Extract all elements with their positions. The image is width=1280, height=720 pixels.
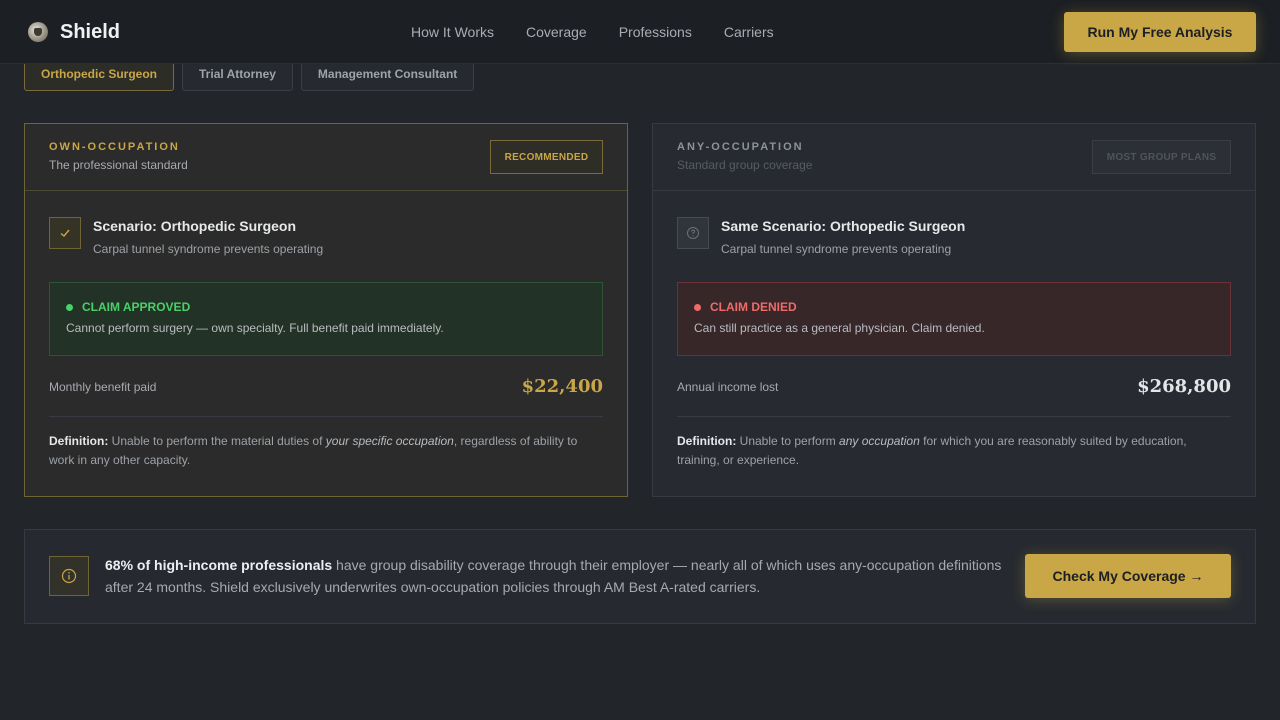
any-definition: Definition: Unable to perform any occupa… xyxy=(677,434,1187,467)
nav-how-it-works[interactable]: How It Works xyxy=(395,24,510,40)
main-nav: How It Works Coverage Professions Carrie… xyxy=(395,0,790,64)
nav-coverage[interactable]: Coverage xyxy=(510,24,603,40)
claim-approved-title: CLAIM APPROVED xyxy=(82,300,191,314)
claim-approved-text: Cannot perform surgery — own specialty. … xyxy=(66,321,444,335)
info-icon xyxy=(49,556,89,596)
coverage-banner: 68% of high-income professionals have gr… xyxy=(24,529,1256,624)
run-analysis-button[interactable]: Run My Free Analysis xyxy=(1064,12,1256,52)
any-metric-label: Annual income lost xyxy=(677,380,779,394)
any-metric-value: $268,800 xyxy=(1137,376,1231,397)
status-dot-icon xyxy=(66,303,73,311)
nav-carriers[interactable]: Carriers xyxy=(708,24,790,40)
any-card-header: ANY-OCCUPATION Standard group coverage M… xyxy=(653,124,1255,191)
claim-denied-text: Can still practice as a general physicia… xyxy=(694,321,985,335)
any-scenario-subtitle: Carpal tunnel syndrome prevents operatin… xyxy=(721,242,952,256)
own-card-header: OWN-OCCUPATION The professional standard… xyxy=(25,124,627,191)
nav-professions[interactable]: Professions xyxy=(603,24,708,40)
own-kicker: OWN-OCCUPATION xyxy=(49,141,180,153)
recommended-badge: RECOMMENDED xyxy=(490,140,603,174)
question-icon xyxy=(677,217,709,249)
claim-denied-box: CLAIM DENIED Can still practice as a gen… xyxy=(677,282,1231,356)
own-occupation-card: OWN-OCCUPATION The professional standard… xyxy=(24,123,628,497)
own-scenario-title: Scenario: Orthopedic Surgeon xyxy=(93,218,297,234)
own-metric-value: $22,400 xyxy=(521,376,603,397)
any-kicker: ANY-OCCUPATION xyxy=(677,141,804,153)
status-dot-icon xyxy=(694,303,701,311)
logo-text: Shield xyxy=(60,20,121,43)
own-metric-label: Monthly benefit paid xyxy=(49,380,157,394)
check-coverage-button[interactable]: Check My Coverage → xyxy=(1025,554,1231,598)
claim-approved-box: CLAIM APPROVED Cannot perform surgery — … xyxy=(49,282,603,356)
own-definition: Definition: Unable to perform the materi… xyxy=(49,434,578,467)
any-occupation-card: ANY-OCCUPATION Standard group coverage M… xyxy=(652,123,1256,497)
shield-logo-icon xyxy=(28,22,48,42)
any-scenario-title: Same Scenario: Orthopedic Surgeon xyxy=(721,218,966,234)
own-scenario-subtitle: Carpal tunnel syndrome prevents operatin… xyxy=(93,242,324,256)
banner-text: 68% of high-income professionals have gr… xyxy=(105,557,1002,595)
site-header: Shield How It Works Coverage Professions… xyxy=(0,0,1280,64)
own-subtitle: The professional standard xyxy=(49,158,188,172)
own-divider xyxy=(49,416,603,417)
claim-denied-title: CLAIM DENIED xyxy=(710,300,797,314)
any-subtitle: Standard group coverage xyxy=(677,158,813,172)
check-icon xyxy=(49,217,81,249)
logo[interactable]: Shield xyxy=(28,0,120,64)
any-divider xyxy=(677,416,1231,417)
most-group-plans-badge: MOST GROUP PLANS xyxy=(1092,140,1231,174)
